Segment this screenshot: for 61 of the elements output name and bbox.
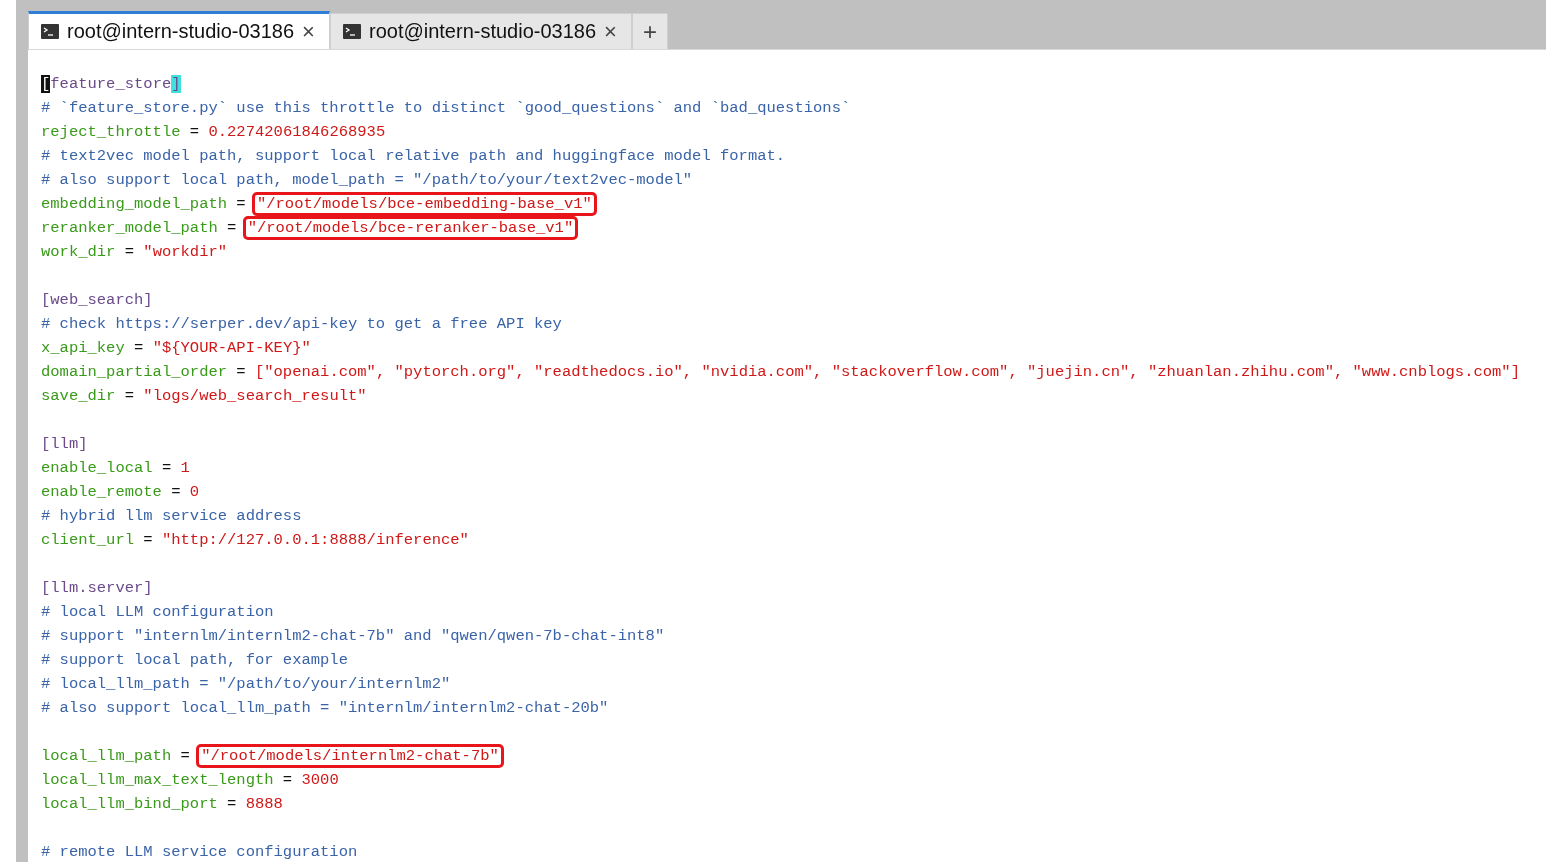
code-comment: # hybrid llm service address [41, 507, 302, 525]
code-comment: # support "internlm/internlm2-chat-7b" and "qwen/qwen-7b-chat-int8" [41, 627, 665, 645]
config-key: x_api_key [41, 339, 125, 357]
close-icon[interactable]: × [604, 20, 617, 43]
equals-sign: = [143, 531, 153, 549]
code-comment: # local LLM configuration [41, 603, 274, 621]
config-key: enable_local [41, 459, 153, 477]
equals-sign: = [124, 387, 135, 405]
equals-sign: = [236, 363, 246, 381]
equals-sign: = [236, 195, 246, 213]
equals-sign: = [134, 339, 144, 357]
config-key: enable_remote [41, 483, 162, 501]
code-comment: # also support local path, model_path = "/path/to/your/text2vec-model" [41, 171, 693, 189]
code-comment: # `feature_store.py` use this throttle to distinct `good_questions` and `bad_questions` [41, 99, 851, 117]
terminal-tab[interactable]: root@intern-studio-03186 × [329, 13, 632, 49]
config-value: 1 [180, 459, 190, 477]
code-comment: # local_llm_path = "/path/to/your/internlm2" [41, 675, 451, 693]
equals-sign: = [171, 483, 181, 501]
config-value: 0 [189, 483, 200, 501]
code-comment: # also support local_llm_path = "internlm/internlm2-chat-20b" [41, 699, 609, 717]
section-header: [llm.server] [41, 579, 153, 597]
section-header: [llm] [41, 435, 88, 453]
config-value: "/root/models/bce-reranker-base_v1" [245, 219, 576, 237]
equals-sign: = [227, 795, 237, 813]
equals-sign: = [227, 219, 237, 237]
config-value: 3000 [301, 771, 339, 789]
config-value: 0.22742061846268935 [208, 123, 386, 141]
config-value: "/root/models/bce-embedding-base_v1" [254, 195, 594, 213]
code-comment: # check https://serper.dev/api-key to get a free API key [41, 315, 562, 333]
config-value: "workdir" [143, 243, 228, 261]
config-value: 8888 [245, 795, 283, 813]
config-value: "${YOUR-API-KEY}" [152, 339, 311, 357]
code-comment: # remote LLM service configuration [41, 843, 358, 861]
config-key: local_llm_bind_port [41, 795, 218, 813]
config-key: embedding_model_path [41, 195, 228, 213]
equals-sign: = [189, 123, 200, 141]
new-tab-button[interactable]: + [631, 13, 668, 49]
config-key: local_llm_max_text_length [41, 771, 274, 789]
section-header: [web_search] [41, 291, 153, 309]
section-header: [feature_store] [41, 75, 181, 93]
config-value: "/root/models/internlm2-chat-7b" [199, 747, 501, 765]
config-key: domain_partial_order [41, 363, 228, 381]
config-value: ["openai.com", "pytorch.org", "readthedocs.io", "nvidia.com", "stackoverflow.com", "juejin.cn", "zhuanlan.zhihu.com", "www.cnblogs.com"] [254, 363, 1520, 381]
terminal-icon [41, 24, 59, 39]
config-key: reranker_model_path [41, 219, 218, 237]
config-key: work_dir [41, 243, 116, 261]
config-key: save_dir [41, 387, 116, 405]
config-key: client_url [41, 531, 134, 549]
equals-sign: = [161, 459, 172, 477]
code-comment: # text2vec model path, support local relative path and huggingface model format. [41, 147, 786, 165]
config-value: "logs/web_search_result" [143, 387, 367, 405]
code-comment: # support local path, for example [41, 651, 348, 669]
terminal-tab[interactable]: root@intern-studio-03186 × [28, 11, 330, 49]
config-key: reject_throttle [41, 123, 181, 141]
equals-sign: = [180, 747, 190, 765]
equals-sign: = [124, 243, 135, 261]
config-key: local_llm_path [41, 747, 172, 765]
close-icon[interactable]: × [302, 20, 315, 43]
equals-sign: = [282, 771, 293, 789]
config-value: "http://127.0.0.1:8888/inference" [161, 531, 469, 549]
terminal-icon [342, 24, 361, 39]
